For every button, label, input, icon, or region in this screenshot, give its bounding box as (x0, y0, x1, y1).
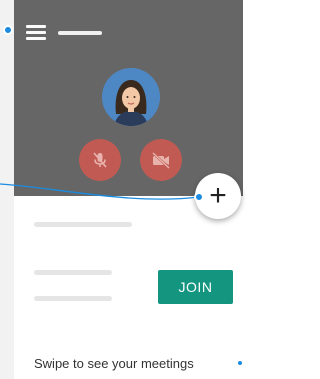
join-button[interactable]: JOIN (158, 270, 233, 304)
avatar (102, 68, 160, 126)
tutorial-dot (236, 359, 244, 367)
camera-off-icon (152, 152, 170, 169)
screen-edge (0, 0, 15, 379)
placeholder-line (34, 222, 132, 227)
camera-toggle-button[interactable] (140, 139, 182, 181)
tutorial-dot (3, 25, 13, 35)
user-avatar-icon (102, 68, 160, 126)
placeholder-line (34, 270, 112, 275)
title-placeholder (58, 31, 102, 35)
tutorial-dot (194, 192, 204, 202)
placeholder-line (34, 296, 112, 301)
mic-toggle-button[interactable] (79, 139, 121, 181)
mic-off-icon (93, 152, 107, 168)
hamburger-menu-icon[interactable] (26, 25, 46, 41)
swipe-hint: Swipe to see your meetings (34, 356, 194, 371)
call-preview (14, 0, 243, 196)
